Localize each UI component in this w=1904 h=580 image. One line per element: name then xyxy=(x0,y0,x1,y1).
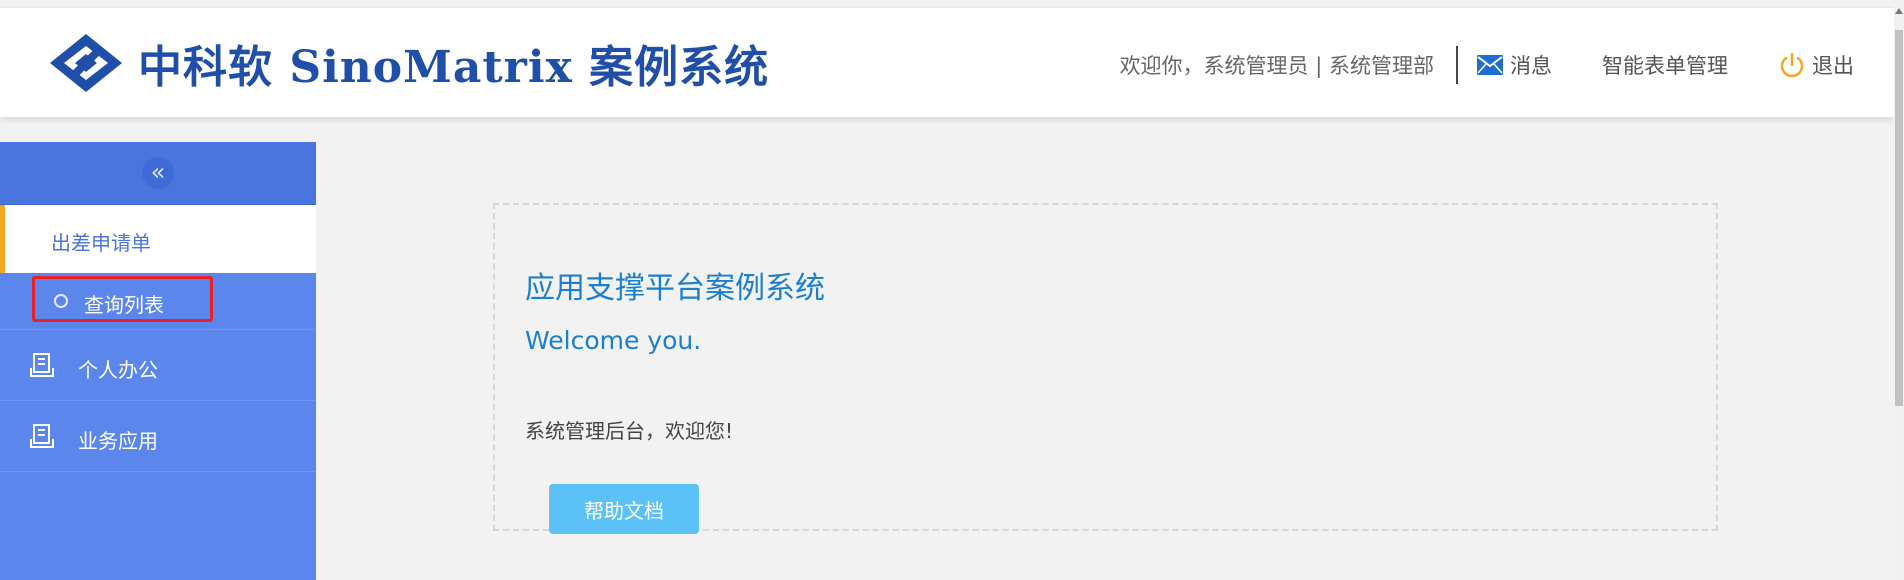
power-icon xyxy=(1778,51,1806,79)
messages-label: 消息 xyxy=(1510,54,1552,78)
folder-stack-icon xyxy=(30,423,54,453)
top-header: 中科软 SinoMatrix 案例系统 欢迎你，系统管理员 | 系统管理部 消息… xyxy=(0,7,1894,117)
messages-link[interactable]: 消息 xyxy=(1476,50,1552,80)
form-manage-link[interactable]: 智能表单管理 xyxy=(1602,50,1728,80)
welcome-user-text: 欢迎你，系统管理员 | 系统管理部 xyxy=(1119,54,1434,78)
welcome-panel: 应用支撑平台案例系统 Welcome you. 系统管理后台，欢迎您! 帮助文档 xyxy=(493,203,1718,534)
sidebar-item-label: 业务应用 xyxy=(78,429,158,453)
double-chevron-left-icon[interactable]: « xyxy=(142,157,174,189)
header-divider xyxy=(1456,46,1458,84)
page-title: 应用支撑平台案例系统 xyxy=(525,271,825,306)
welcome-heading: Welcome you. xyxy=(525,326,702,355)
sidebar-item-business-apps[interactable]: 业务应用 xyxy=(0,401,316,472)
page-scrollbar[interactable] xyxy=(1894,0,1904,580)
sidebar-collapse-bar: « xyxy=(0,142,316,205)
folder-stack-icon xyxy=(30,352,54,382)
sidebar-item-travel-application[interactable]: 出差申请单 xyxy=(0,205,316,273)
logout-label: 退出 xyxy=(1812,54,1854,78)
logout-link[interactable]: 退出 xyxy=(1778,50,1854,80)
sidebar-subitem-label: 查询列表 xyxy=(84,293,164,317)
header-actions: 欢迎你，系统管理员 | 系统管理部 消息 智能表单管理 退出 xyxy=(1120,46,1854,84)
sinomatrix-logo-icon xyxy=(50,34,122,92)
logo-text: 中科软 SinoMatrix 案例系统 xyxy=(138,42,770,93)
scroll-up-icon[interactable] xyxy=(1895,8,1903,14)
app-logo[interactable]: 中科软 SinoMatrix 案例系统 xyxy=(48,24,769,102)
scrollbar-thumb[interactable] xyxy=(1895,30,1903,406)
welcome-description: 系统管理后台，欢迎您! xyxy=(525,419,734,443)
sidebar-subitem-query-list[interactable]: 查询列表 xyxy=(0,273,316,330)
circle-icon xyxy=(54,294,68,308)
sidebar-item-personal-office[interactable]: 个人办公 xyxy=(0,330,316,401)
sidebar-item-label: 出差申请单 xyxy=(51,231,151,255)
help-docs-button[interactable]: 帮助文档 xyxy=(549,484,699,534)
sidebar-item-label: 个人办公 xyxy=(78,358,158,382)
sidebar: « 出差申请单 查询列表 个人办公 业务应用 xyxy=(0,142,316,580)
form-manage-label: 智能表单管理 xyxy=(1602,54,1728,78)
envelope-icon xyxy=(1476,54,1504,76)
